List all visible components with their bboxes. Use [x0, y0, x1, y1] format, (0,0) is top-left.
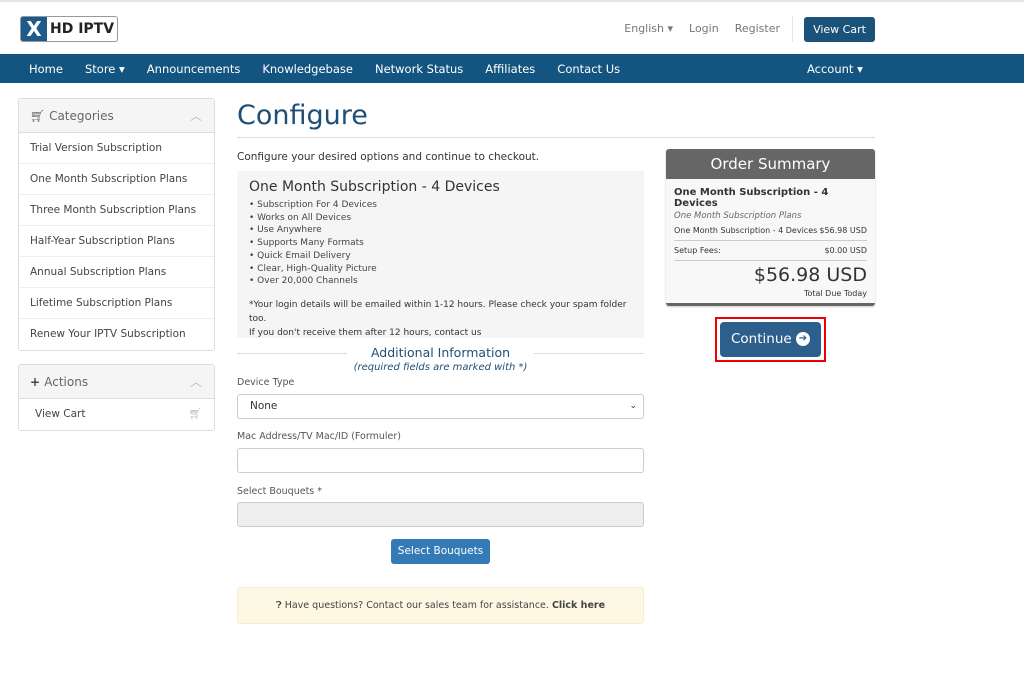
total-label: Total Due Today [803, 289, 867, 298]
page-title: Configure [237, 100, 368, 131]
line-label: One Month Subscription - 4 Devices [674, 226, 818, 235]
category-item[interactable]: Trial Version Subscription [19, 133, 214, 164]
device-type-select[interactable]: None ⌄ [237, 394, 644, 419]
divider [237, 137, 875, 138]
plus-icon: + [30, 375, 45, 389]
nav-home[interactable]: Home [29, 62, 63, 76]
note-line: *Your login details will be emailed with… [249, 299, 627, 324]
nav-store[interactable]: Store ▾ [85, 62, 125, 76]
chevron-up-icon[interactable]: ︿ [190, 99, 202, 133]
categories-header[interactable]: 🛒︎ Categories ︿ [19, 99, 214, 133]
nav-knowledgebase[interactable]: Knowledgebase [262, 62, 353, 76]
view-cart-button[interactable]: View Cart [804, 17, 875, 42]
cart-icon: 🛒︎ [30, 109, 50, 123]
nav-contact-us[interactable]: Contact Us [557, 62, 620, 76]
logo-text: HD IPTV [50, 21, 115, 37]
divider [534, 353, 644, 354]
category-item[interactable]: Half-Year Subscription Plans [19, 226, 214, 257]
summary-product: One Month Subscription - 4 Devices [674, 187, 829, 209]
action-view-cart[interactable]: View Cart 🛒︎ [19, 399, 214, 430]
order-summary-title: Order Summary [666, 149, 875, 179]
actions-title: Actions [44, 375, 89, 389]
language-dropdown[interactable]: English ▾ [624, 22, 673, 35]
help-alert: ❓︎ Have questions? Contact our sales tea… [237, 587, 644, 624]
feature: • Clear, High-Quality Picture [249, 263, 377, 274]
delivery-note: *Your login details will be emailed with… [249, 298, 632, 340]
bouquets-label: Select Bouquets * [237, 486, 323, 497]
total-price: $56.98 USD [753, 264, 867, 286]
setup-price: $0.00 USD [824, 246, 867, 255]
question-circle-icon: ❓︎ [275, 600, 285, 611]
mac-address-input[interactable] [237, 448, 644, 473]
divider [792, 16, 793, 42]
action-label: View Cart [35, 408, 86, 420]
line-price: $56.98 USD [819, 226, 867, 235]
intro-text: Configure your desired options and conti… [237, 151, 540, 163]
category-item[interactable]: Lifetime Subscription Plans [19, 288, 214, 319]
arrow-circle-right-icon: ➔ [796, 332, 810, 346]
category-item[interactable]: Annual Subscription Plans [19, 257, 214, 288]
help-link[interactable]: Click here [552, 600, 605, 611]
help-text: Have questions? Contact our sales team f… [284, 600, 549, 611]
mac-address-label: Mac Address/TV Mac/ID (Formuler) [237, 431, 401, 442]
categories-panel: 🛒︎ Categories ︿ Trial Version Subscriptio… [18, 98, 215, 351]
feature: • Quick Email Delivery [249, 250, 351, 261]
additional-subtitle: (required fields are marked with *) [353, 362, 528, 373]
category-item[interactable]: Three Month Subscription Plans [19, 195, 214, 226]
category-item[interactable]: One Month Subscription Plans [19, 164, 214, 195]
nav-network-status[interactable]: Network Status [375, 62, 463, 76]
cart-icon: 🛒︎ [188, 408, 202, 420]
chevron-up-icon[interactable]: ︿ [190, 365, 202, 399]
logo-mark: X [21, 17, 47, 41]
logo[interactable]: X HD IPTV [20, 16, 118, 42]
categories-title: Categories [49, 109, 114, 123]
continue-button[interactable]: Continue ➔ [720, 322, 821, 357]
nav-account[interactable]: Account ▾ [807, 62, 863, 76]
actions-header[interactable]: + Actions ︿ [19, 365, 214, 399]
login-link[interactable]: Login [689, 22, 719, 35]
additional-info-heading: Additional Information (required fields … [237, 345, 644, 373]
device-type-value: None [250, 400, 278, 412]
product-name: One Month Subscription - 4 Devices [249, 179, 500, 195]
divider [237, 353, 347, 354]
header: X HD IPTV English ▾ Login Register View C… [0, 2, 1024, 54]
feature: • Over 20,000 Channels [249, 276, 358, 287]
setup-label: Setup Fees: [674, 246, 721, 255]
feature: • Use Anywhere [249, 225, 322, 236]
note-line: If you don't receive them after 12 hours… [249, 327, 482, 338]
continue-label: Continue [730, 331, 792, 347]
device-type-label: Device Type [237, 377, 295, 388]
feature: • Works on All Devices [249, 212, 352, 223]
register-link[interactable]: Register [735, 22, 780, 35]
order-summary: Order Summary One Month Subscription - 4… [666, 149, 875, 306]
nav-affiliates[interactable]: Affiliates [485, 62, 535, 76]
divider [674, 260, 867, 261]
actions-panel: + Actions ︿ View Cart 🛒︎ [18, 364, 215, 431]
bouquets-input[interactable] [237, 502, 644, 527]
chevron-down-icon: ⌄ [629, 401, 637, 411]
product-info: One Month Subscription - 4 Devices • Sub… [237, 171, 644, 338]
summary-category: One Month Subscription Plans [674, 211, 802, 221]
feature: • Subscription For 4 Devices [249, 200, 377, 210]
category-item[interactable]: Renew Your IPTV Subscription [19, 319, 214, 350]
nav-announcements[interactable]: Announcements [147, 62, 241, 76]
main-nav: Home Store ▾ Announcements Knowledgebase… [0, 54, 1024, 83]
feature: • Supports Many Formats [249, 238, 364, 249]
select-bouquets-button[interactable]: Select Bouquets [391, 539, 490, 564]
